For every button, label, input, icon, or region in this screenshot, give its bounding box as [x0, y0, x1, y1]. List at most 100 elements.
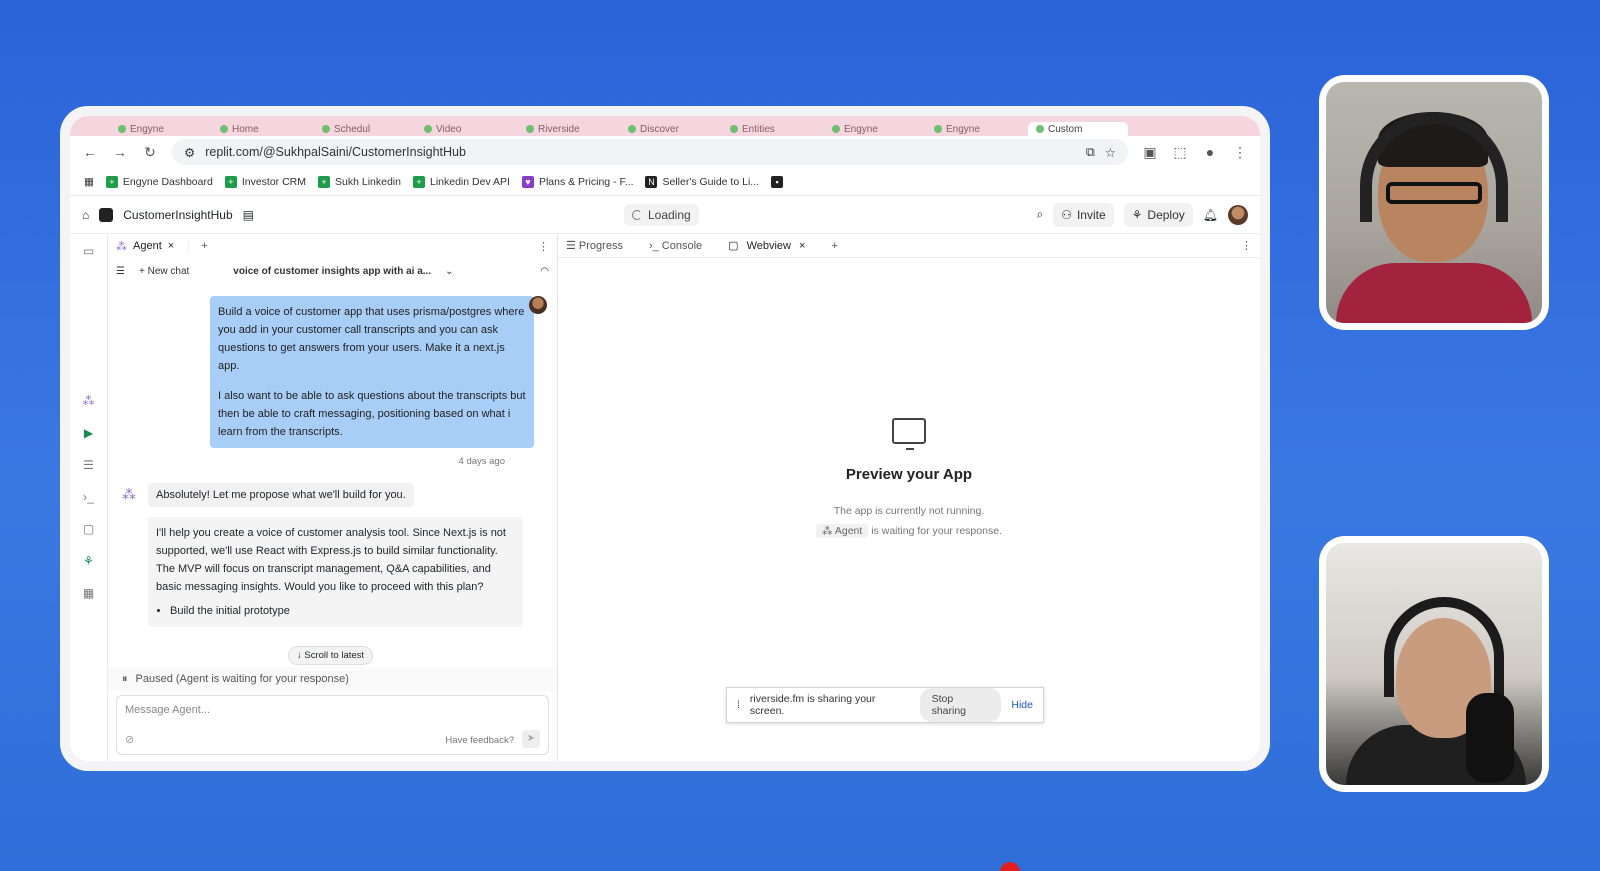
tab-favicon-icon — [322, 125, 330, 133]
agent-panel: ⁂ Agent × + ⋮ ☰ + New chat voice of custom… — [108, 234, 558, 761]
microphone-icon — [1466, 693, 1514, 783]
webview-tabs: ☰ Progress ›_ Console ▢ Webview × + ⋮ — [558, 234, 1260, 258]
bookmark-favicon-icon: + — [318, 175, 331, 188]
agent-tabs: ⁂ Agent × + ⋮ — [108, 234, 557, 258]
tools-grid-icon[interactable]: ▦ — [83, 586, 94, 600]
add-tab-icon[interactable]: + — [201, 240, 207, 252]
webview-panel: ☰ Progress ›_ Console ▢ Webview × + ⋮ Prev… — [558, 234, 1260, 761]
menu-kebab-icon[interactable]: ⋮ — [1232, 144, 1248, 161]
browser-tab[interactable]: Home — [212, 122, 312, 136]
files-icon[interactable]: ▭ — [83, 244, 94, 258]
heart-icon: ♥ — [521, 175, 534, 188]
webcam-feed-guest — [1319, 536, 1549, 792]
close-icon[interactable]: × — [799, 240, 805, 252]
monitor-icon — [892, 418, 926, 450]
agent-tab-icon: ⁂ — [116, 240, 127, 253]
project-icon — [99, 207, 114, 222]
close-icon[interactable]: × — [168, 240, 174, 252]
puzzle-icon[interactable]: ⬚ — [1172, 144, 1188, 161]
browser-tab-active[interactable]: Custom — [1028, 122, 1128, 136]
history-icon[interactable]: ☰ — [116, 266, 125, 277]
back-icon[interactable]: ← — [82, 144, 98, 160]
bookmark-item[interactable]: ♥ Plans & Pricing - F... — [521, 175, 633, 188]
star-icon[interactable]: ☆ — [1105, 145, 1116, 160]
send-icon[interactable]: ➤ — [522, 730, 540, 748]
bookmark-item[interactable]: + Linkedin Dev API — [412, 175, 510, 188]
tab-favicon-icon — [1036, 125, 1044, 133]
browser-tab[interactable]: Engyne — [926, 122, 1026, 136]
stop-sharing-button[interactable]: Stop sharing — [919, 688, 1002, 722]
bell-icon[interactable]: 🔔︎ — [1203, 208, 1218, 222]
browser-tab[interactable]: Entities — [722, 122, 822, 136]
site-settings-icon[interactable]: ⚙ — [184, 145, 195, 160]
panel-menu-icon[interactable]: ⋮ — [1241, 239, 1252, 252]
feedback-link[interactable]: Have feedback? — [445, 735, 514, 746]
spinner-icon — [631, 209, 642, 220]
scroll-to-latest-button[interactable]: ↓ Scroll to latest — [288, 646, 374, 665]
bookmark-favicon-icon: + — [105, 175, 118, 188]
tab-webview[interactable]: ▢ Webview × — [728, 239, 805, 253]
user-avatar[interactable] — [1228, 204, 1248, 225]
monitor-icon: ▢ — [728, 240, 739, 252]
chat-title[interactable]: voice of customer insights app with ai a… — [233, 266, 431, 277]
search-icon[interactable]: ⌕ — [1036, 207, 1043, 222]
profile-icon[interactable]: ● — [1202, 144, 1218, 160]
bookmark-item[interactable]: ▪ — [771, 175, 784, 188]
workspace: ▭ ⁂ ▶ ☰ ›_ ▢ ⚘ ▦ ⁂ Agent × + ⋮ ☰ + New cha… — [70, 234, 1260, 761]
agent-message: Absolutely! Let me propose what we'll bu… — [148, 483, 414, 507]
url-bar[interactable]: ⚙ replit.com/@SukhpalSaini/CustomerInsig… — [172, 139, 1128, 165]
database-icon[interactable]: ▤ — [243, 208, 254, 222]
tab-progress[interactable]: ☰ Progress — [566, 239, 623, 252]
reload-icon[interactable]: ↻ — [142, 144, 158, 161]
address-row: ← → ↻ ⚙ replit.com/@SukhpalSaini/Custome… — [70, 136, 1260, 168]
tab-agent[interactable]: ⁂ Agent × — [116, 239, 190, 253]
recording-dot — [1000, 862, 1020, 871]
browser-tab[interactable]: Engyne — [110, 122, 210, 136]
deploy-button[interactable]: ⚘ Deploy — [1123, 202, 1193, 227]
attach-icon[interactable]: ⊘ — [125, 733, 134, 746]
browser-tab[interactable]: Schedul — [314, 122, 414, 136]
tab-favicon-icon — [628, 125, 636, 133]
home-icon[interactable]: ⌂ — [82, 208, 89, 222]
browser-tab[interactable]: Engyne — [824, 122, 924, 136]
url-text[interactable]: replit.com/@SukhpalSaini/CustomerInsight… — [205, 145, 1076, 159]
apps-grid-icon[interactable]: ▦ — [84, 176, 94, 188]
drag-handle-icon[interactable]: ⁞ — [737, 699, 740, 711]
bookmark-item[interactable]: N Seller's Guide to Li... — [645, 175, 759, 188]
message-input[interactable]: Message Agent... ⊘ Have feedback? ➤ — [116, 695, 549, 755]
browser-tab[interactable]: Riverside — [518, 122, 618, 136]
user-message: Build a voice of customer app that uses … — [210, 296, 534, 448]
bookmark-item[interactable]: + Engyne Dashboard — [105, 175, 213, 188]
bookmark-item[interactable]: + Sukh Linkedin — [318, 175, 401, 188]
speed-icon[interactable]: ◠ — [540, 266, 549, 277]
console-icon[interactable]: ›_ — [83, 490, 94, 504]
progress-icon[interactable]: ☰ — [83, 458, 94, 472]
install-icon[interactable]: ⧉ — [1086, 145, 1095, 160]
agent-plan-message: I'll help you create a voice of customer… — [148, 517, 523, 627]
webview-icon[interactable]: ▢ — [83, 522, 94, 536]
message-placeholder[interactable]: Message Agent... — [125, 704, 210, 716]
share-text: riverside.fm is sharing your screen. — [749, 693, 876, 717]
project-name[interactable]: CustomerInsightHub — [123, 208, 232, 222]
bookmark-favicon-icon: + — [412, 175, 425, 188]
tab-favicon-icon — [832, 125, 840, 133]
forward-icon[interactable]: → — [112, 144, 128, 160]
extension-icon[interactable]: ▣ — [1142, 144, 1158, 161]
pause-icon: ⏸︎ — [122, 672, 128, 685]
deploy-rail-icon[interactable]: ⚘ — [83, 554, 94, 568]
add-tab-icon[interactable]: + — [831, 240, 837, 252]
preview-title: Preview your App — [845, 466, 973, 483]
preview-status: The app is currently not running. ⁂ Agen… — [816, 501, 1002, 541]
new-chat-button[interactable]: + New chat — [139, 266, 189, 277]
browser-tab[interactable]: Discover — [620, 122, 720, 136]
tab-console[interactable]: ›_ Console — [649, 240, 702, 252]
run-icon[interactable]: ▶ — [84, 426, 93, 440]
hide-link[interactable]: Hide — [1011, 699, 1033, 711]
panel-menu-icon[interactable]: ⋮ — [538, 240, 549, 253]
browser-tab[interactable]: Video — [416, 122, 516, 136]
bookmark-item[interactable]: + Investor CRM — [224, 175, 306, 188]
chevron-down-icon[interactable]: ⌄ — [445, 266, 453, 277]
agent-icon[interactable]: ⁂ — [83, 394, 95, 408]
invite-button[interactable]: ⚇ Invite — [1053, 202, 1114, 227]
agent-message-row: ⁂ Absolutely! Let me propose what we'll … — [122, 483, 543, 507]
